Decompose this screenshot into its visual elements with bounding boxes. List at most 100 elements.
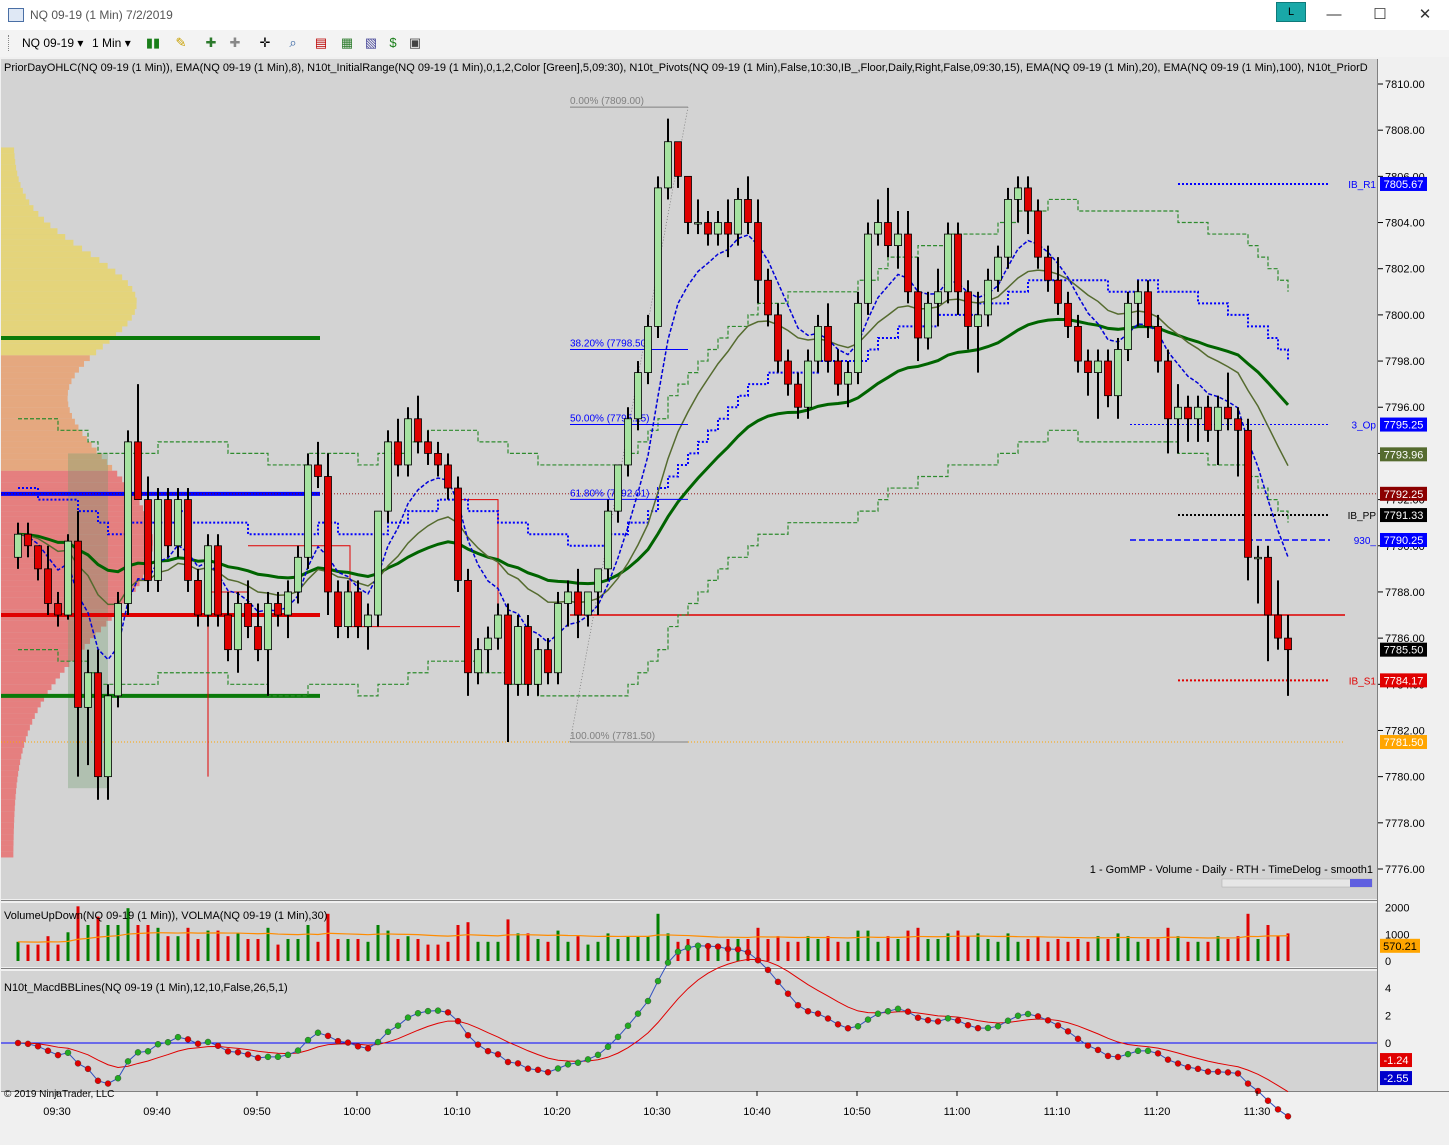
- macd-dot: [574, 1059, 582, 1066]
- profile-band: [1, 412, 72, 419]
- profile-band: [1, 661, 70, 667]
- chart-toolbar: NQ 09-19 ▾ 1 Min ▾ ▮▮ ✎ ✚ ✚ ✛ ⌕ ▤ ▦ ▧ $ …: [0, 30, 1449, 58]
- chart-style-icon[interactable]: ▧: [362, 35, 380, 51]
- pivot-name-label: IB_PP: [1348, 511, 1377, 522]
- macd-dot: [1024, 1010, 1032, 1018]
- maximize-button[interactable]: ☐: [1360, 4, 1400, 26]
- candle-body: [254, 626, 262, 651]
- profile-band: [1, 228, 58, 235]
- candle-body: [384, 441, 392, 512]
- add-indicator-icon[interactable]: ✚: [202, 35, 220, 51]
- macd-dot: [974, 1024, 982, 1032]
- macd-dot: [764, 966, 772, 974]
- macd-dot: [1214, 1068, 1222, 1075]
- macd-dot: [614, 1033, 622, 1041]
- volume-bar: [236, 933, 240, 961]
- candle-body: [814, 326, 822, 362]
- candle-body: [1034, 210, 1042, 258]
- interval-selector[interactable]: 1 Min ▾: [92, 36, 131, 50]
- macd-dot: [554, 1065, 562, 1072]
- dollar-icon[interactable]: $: [384, 35, 402, 51]
- macd-dot: [1144, 1047, 1152, 1055]
- price-tick-label: 7802.00: [1385, 264, 1425, 276]
- macd-dot: [704, 942, 712, 950]
- profile-band: [1, 759, 21, 766]
- profile-band: [1, 309, 135, 315]
- candle-body: [1194, 406, 1202, 420]
- profile-scrollbar-thumb[interactable]: [1350, 879, 1372, 887]
- price-indicator-label: PriorDayOHLC(NQ 09-19 (1 Min)), EMA(NQ 0…: [4, 62, 1368, 74]
- volume-bar: [96, 916, 100, 961]
- volume-bar: [346, 939, 350, 961]
- time-tick-label: 11:00: [944, 1106, 971, 1118]
- price-tick-label: 7800.00: [1385, 310, 1425, 322]
- bar-type-icon[interactable]: ▮▮: [144, 35, 162, 51]
- crosshair-icon[interactable]: ✛: [256, 35, 274, 51]
- link-button[interactable]: L: [1276, 2, 1306, 22]
- macd-dot: [1004, 1017, 1012, 1024]
- volume-bar: [1086, 941, 1090, 961]
- volume-bar: [966, 936, 970, 961]
- candle-body: [214, 545, 222, 616]
- data-box-icon[interactable]: ▦: [338, 35, 356, 51]
- candle-body: [944, 233, 952, 293]
- zoom-icon[interactable]: ⌕: [284, 35, 302, 51]
- profile-band: [1, 718, 33, 725]
- macd-dot: [1234, 1070, 1242, 1077]
- macd-dot: [1054, 1022, 1062, 1029]
- volume-bar: [586, 944, 590, 961]
- candle-body: [514, 626, 522, 685]
- candle-body: [484, 637, 492, 651]
- order-icon[interactable]: ▤: [312, 35, 330, 51]
- macd-dot: [534, 1066, 542, 1074]
- candle-body: [414, 418, 422, 443]
- properties-icon[interactable]: ▣: [406, 35, 424, 51]
- candle-body: [374, 510, 382, 616]
- volume-bar: [766, 939, 770, 961]
- macd-dot: [624, 1022, 632, 1029]
- candle-body: [84, 672, 92, 708]
- volume-bar: [886, 936, 890, 961]
- macd-dot: [244, 1051, 252, 1058]
- profile-scrollbar[interactable]: [1221, 878, 1373, 888]
- volume-bar: [486, 941, 490, 961]
- volume-bar: [1246, 913, 1250, 961]
- close-button[interactable]: ✕: [1405, 4, 1445, 26]
- candle-body: [624, 418, 632, 466]
- candle-body: [264, 603, 272, 651]
- candle-body: [464, 579, 472, 674]
- profile-band: [1, 747, 23, 754]
- candle-body: [144, 499, 152, 581]
- minimize-button[interactable]: —: [1314, 4, 1354, 26]
- macd-dot: [994, 1023, 1002, 1030]
- volume-bar: [1056, 939, 1060, 961]
- profile-band: [1, 216, 44, 223]
- chart-canvas[interactable]: 0.00% (7809.00)38.20% (7798.50)50.00% (7…: [0, 57, 1449, 1140]
- profile-band: [1, 724, 30, 731]
- macd-dot: [524, 1065, 532, 1072]
- volume-bar: [996, 941, 1000, 961]
- profile-band: [1, 303, 137, 310]
- macd-dot: [1224, 1069, 1232, 1076]
- volume-bar: [1196, 941, 1200, 961]
- candle-body: [1164, 360, 1172, 420]
- volume-bar: [206, 930, 210, 961]
- pencil-icon[interactable]: ✎: [172, 35, 190, 51]
- profile-band: [1, 372, 75, 379]
- macd-dot: [564, 1061, 572, 1068]
- pivot-price-label: 7785.50: [1384, 645, 1424, 657]
- profile-band: [1, 430, 83, 437]
- profile-band: [1, 424, 79, 431]
- strategy-icon[interactable]: ✚: [226, 35, 244, 51]
- profile-band: [1, 436, 87, 442]
- vma-value-label: 570.21: [1383, 941, 1417, 953]
- profile-band: [1, 805, 15, 812]
- candle-body: [604, 510, 612, 570]
- profile-band: [1, 395, 68, 402]
- pivot-price-label: 7805.67: [1384, 179, 1424, 191]
- time-tick-label: 10:00: [343, 1106, 371, 1118]
- candle-body: [474, 649, 482, 674]
- candle-body: [1224, 406, 1232, 420]
- instrument-selector[interactable]: NQ 09-19 ▾: [22, 36, 83, 50]
- volume-bar: [1176, 936, 1180, 961]
